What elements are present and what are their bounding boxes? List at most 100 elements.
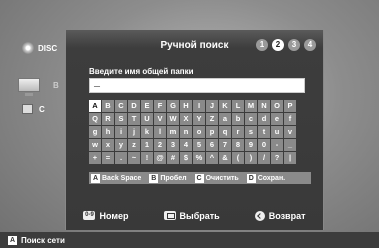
keyboard-key[interactable]: 3: [167, 139, 179, 151]
clear-key[interactable]: C Очистить: [193, 173, 239, 183]
network-search-label[interactable]: Поиск сети: [21, 236, 65, 245]
keyboard-key[interactable]: @: [154, 152, 166, 164]
keyboard-key[interactable]: f: [284, 113, 296, 125]
keyboard-key[interactable]: _: [284, 139, 296, 151]
keyboard-key[interactable]: H: [180, 100, 192, 112]
space-label: Пробел: [160, 174, 187, 182]
keyboard-key[interactable]: F: [154, 100, 166, 112]
keyboard-key[interactable]: 2: [154, 139, 166, 151]
keyboard-key[interactable]: E: [141, 100, 153, 112]
keyboard-key[interactable]: B: [102, 100, 114, 112]
folder-name-input[interactable]: _: [89, 78, 305, 93]
a-button-icon: A: [8, 235, 17, 245]
keyboard-key[interactable]: 8: [232, 139, 244, 151]
bg-menu-pc: B: [18, 78, 59, 96]
save-key[interactable]: D Сохран.: [245, 173, 285, 183]
keyboard-key[interactable]: U: [141, 113, 153, 125]
keyboard-key[interactable]: Y: [193, 113, 205, 125]
keyboard-key[interactable]: j: [128, 126, 140, 138]
keyboard-key[interactable]: $: [180, 152, 192, 164]
keyboard-key[interactable]: d: [258, 113, 270, 125]
keyboard-key[interactable]: n: [180, 126, 192, 138]
keyboard-key[interactable]: k: [141, 126, 153, 138]
keyboard-row: ABCDEFGHIJKLMNOP: [89, 100, 297, 112]
keyboard-key[interactable]: =: [102, 152, 114, 164]
keyboard-key[interactable]: ^: [206, 152, 218, 164]
keyboard-key[interactable]: Q: [89, 113, 101, 125]
keyboard-key[interactable]: C: [115, 100, 127, 112]
keyboard-key[interactable]: 5: [193, 139, 205, 151]
keyboard-key[interactable]: h: [102, 126, 114, 138]
keyboard-key[interactable]: Z: [206, 113, 218, 125]
keyboard-key[interactable]: 4: [180, 139, 192, 151]
keyboard-key[interactable]: e: [271, 113, 283, 125]
keyboard-key[interactable]: I: [193, 100, 205, 112]
keyboard-key[interactable]: J: [206, 100, 218, 112]
keyboard-key[interactable]: p: [206, 126, 218, 138]
keyboard-key[interactable]: ~: [128, 152, 140, 164]
keyboard-key[interactable]: O: [271, 100, 283, 112]
keyboard-key[interactable]: M: [245, 100, 257, 112]
keyboard-key[interactable]: 0: [258, 139, 270, 151]
pc-icon: [18, 78, 40, 96]
keyboard-key[interactable]: +: [89, 152, 101, 164]
keyboard-key[interactable]: K: [219, 100, 231, 112]
keyboard-key[interactable]: L: [232, 100, 244, 112]
keyboard-key[interactable]: 7: [219, 139, 231, 151]
keyboard-key[interactable]: c: [245, 113, 257, 125]
keyboard-key[interactable]: v: [284, 126, 296, 138]
keyboard-key[interactable]: u: [271, 126, 283, 138]
keyboard-key[interactable]: !: [141, 152, 153, 164]
backspace-key[interactable]: A Back Space: [89, 173, 141, 183]
keyboard-key[interactable]: 6: [206, 139, 218, 151]
keyboard-key[interactable]: q: [219, 126, 231, 138]
keyboard-key[interactable]: s: [245, 126, 257, 138]
keyboard-key[interactable]: r: [232, 126, 244, 138]
keyboard-key[interactable]: A: [89, 100, 101, 112]
keyboard-key[interactable]: .: [115, 152, 127, 164]
return-button[interactable]: Возврат: [254, 210, 306, 221]
keyboard-key[interactable]: W: [167, 113, 179, 125]
keyboard-key[interactable]: g: [89, 126, 101, 138]
keyboard-key[interactable]: D: [128, 100, 140, 112]
keyboard-key[interactable]: z: [128, 139, 140, 151]
keyboard-key[interactable]: l: [154, 126, 166, 138]
keyboard-key[interactable]: &: [219, 152, 231, 164]
keyboard-key[interactable]: S: [115, 113, 127, 125]
keyboard-key[interactable]: i: [115, 126, 127, 138]
space-key[interactable]: B Пробел: [147, 173, 187, 183]
a-button-icon: A: [91, 173, 100, 183]
keyboard-key[interactable]: G: [167, 100, 179, 112]
keyboard-key[interactable]: X: [180, 113, 192, 125]
keyboard-key[interactable]: N: [258, 100, 270, 112]
keyboard-key[interactable]: x: [102, 139, 114, 151]
keyboard-key[interactable]: ?: [271, 152, 283, 164]
keyboard-key[interactable]: -: [271, 139, 283, 151]
keyboard-key[interactable]: |: [284, 152, 296, 164]
keyboard-key[interactable]: b: [232, 113, 244, 125]
keyboard-key[interactable]: w: [89, 139, 101, 151]
keyboard-key[interactable]: /: [258, 152, 270, 164]
keyboard-key[interactable]: o: [193, 126, 205, 138]
keyboard-key[interactable]: T: [128, 113, 140, 125]
keyboard-key[interactable]: R: [102, 113, 114, 125]
keyboard-key[interactable]: m: [167, 126, 179, 138]
keyboard-key[interactable]: (: [232, 152, 244, 164]
keyboard-key[interactable]: ): [245, 152, 257, 164]
return-icon: [254, 210, 265, 221]
d-button-icon: D: [246, 173, 256, 183]
keyboard-key[interactable]: #: [167, 152, 179, 164]
clear-label: Очистить: [205, 174, 239, 182]
keyboard-key[interactable]: P: [284, 100, 296, 112]
keyboard-key[interactable]: %: [193, 152, 205, 164]
keyboard-key[interactable]: t: [258, 126, 270, 138]
keyboard-key[interactable]: 1: [141, 139, 153, 151]
select-button[interactable]: Выбрать: [163, 211, 220, 221]
keyboard-key[interactable]: y: [115, 139, 127, 151]
keyboard-key[interactable]: 9: [245, 139, 257, 151]
return-label: Возврат: [268, 210, 306, 221]
step-3: 3: [288, 39, 300, 51]
number-button[interactable]: 0-9 Номер: [83, 211, 129, 221]
keyboard-key[interactable]: a: [219, 113, 231, 125]
keyboard-key[interactable]: V: [154, 113, 166, 125]
